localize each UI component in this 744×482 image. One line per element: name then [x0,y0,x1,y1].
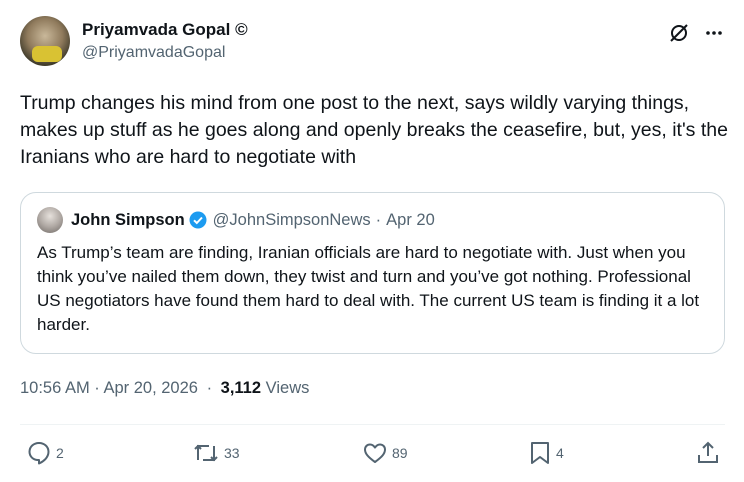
bookmark-count: 4 [556,445,564,461]
reply-button[interactable]: 2 [26,440,64,466]
share-button[interactable] [696,440,720,466]
quoted-author-handle: @JohnSimpsonNews [212,210,371,229]
bookmark-icon [531,442,549,464]
tweet-text: Trump changes his mind from one post to … [20,92,728,168]
like-icon [364,443,386,463]
share-icon [698,441,718,463]
quoted-tweet[interactable]: John Simpson @JohnSimpsonNews · Apr 20 A… [20,192,725,354]
reply-icon [28,442,50,465]
timestamp[interactable]: 10:56 AM · Apr 20, 2026 [20,379,198,397]
views-label: Views [265,379,310,397]
bookmark-button[interactable]: 4 [528,440,564,466]
author-avatar[interactable] [20,16,70,66]
author-name[interactable]: Priyamvada Gopal © [82,20,248,40]
divider [20,424,725,425]
author-handle[interactable]: @PriyamvadaGopal [82,44,225,62]
quoted-tweet-text: As Trump’s team are finding, Iranian off… [37,243,700,334]
reply-count: 2 [56,445,64,461]
more-icon[interactable] [704,23,724,43]
repost-icon [194,444,218,462]
action-bar: 2 33 89 4 [0,440,744,470]
tweet-meta: 10:56 AM · Apr 20, 2026 · 3,112 Views [20,379,309,398]
views-count: 3,112 [220,379,262,397]
quoted-author-avatar [37,207,63,233]
quoted-date: Apr 20 [386,210,435,229]
verified-badge-icon [189,211,207,229]
quoted-tweet-header: John Simpson @JohnSimpsonNews · Apr 20 [37,207,435,233]
meta-separator: · [206,379,213,397]
grok-slash-icon[interactable] [668,22,690,44]
tweet-header: Priyamvada Gopal © @PriyamvadaGopal [20,16,728,70]
repost-count: 33 [224,445,240,461]
like-button[interactable]: 89 [362,440,408,466]
repost-button[interactable]: 33 [192,440,240,466]
like-count: 89 [392,445,408,461]
top-actions [668,22,724,44]
quoted-separator: · [375,210,382,229]
quoted-author-name: John Simpson [71,210,185,229]
